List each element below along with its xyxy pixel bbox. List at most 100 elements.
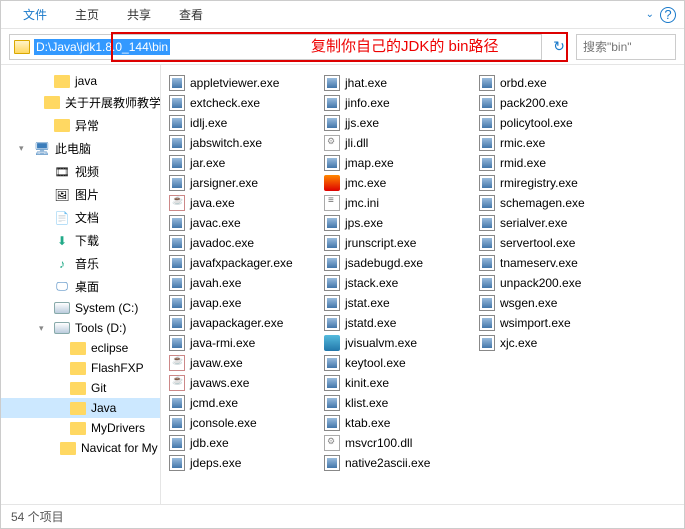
file-icon (479, 115, 495, 131)
file-item[interactable]: javafxpackager.exe (165, 253, 320, 273)
file-item[interactable]: jli.dll (320, 133, 475, 153)
file-name: jdeps.exe (190, 456, 241, 470)
sidebar-item[interactable]: Navicat for My (1, 438, 160, 458)
file-icon (169, 95, 185, 111)
file-item[interactable]: serialver.exe (475, 213, 630, 233)
file-item[interactable]: klist.exe (320, 393, 475, 413)
status-bar: 54 个项目 (1, 504, 684, 528)
menu-home[interactable]: 主页 (61, 6, 113, 23)
sidebar-item[interactable]: ▾Tools (D:) (1, 318, 160, 338)
file-item[interactable]: java-rmi.exe (165, 333, 320, 353)
file-item[interactable]: servertool.exe (475, 233, 630, 253)
sidebar-item[interactable]: FlashFXP (1, 358, 160, 378)
file-item[interactable]: extcheck.exe (165, 93, 320, 113)
sidebar-item[interactable]: System (C:) (1, 298, 160, 318)
file-item[interactable]: kinit.exe (320, 373, 475, 393)
sidebar-item[interactable]: 异常 (1, 114, 160, 137)
file-name: native2ascii.exe (345, 456, 430, 470)
file-item[interactable]: jsadebugd.exe (320, 253, 475, 273)
file-item[interactable]: policytool.exe (475, 113, 630, 133)
file-name: jar.exe (190, 156, 225, 170)
file-item[interactable]: jstatd.exe (320, 313, 475, 333)
file-item[interactable]: appletviewer.exe (165, 73, 320, 93)
file-name: javadoc.exe (190, 236, 254, 250)
file-item[interactable]: tnameserv.exe (475, 253, 630, 273)
file-item[interactable]: schemagen.exe (475, 193, 630, 213)
explorer-window: 文件 主页 共享 查看 ⌄ ? 复制你自己的JDK的 bin路径 D:\Java… (0, 0, 685, 529)
menu-share[interactable]: 共享 (113, 6, 165, 23)
file-item[interactable]: ktab.exe (320, 413, 475, 433)
sidebar-item[interactable]: 🎞视频 (1, 160, 160, 183)
search-input[interactable] (576, 34, 676, 60)
file-item[interactable]: rmic.exe (475, 133, 630, 153)
file-item[interactable]: javapackager.exe (165, 313, 320, 333)
file-name: jdb.exe (190, 436, 229, 450)
sidebar-item[interactable]: eclipse (1, 338, 160, 358)
file-item[interactable]: jdb.exe (165, 433, 320, 453)
file-item[interactable]: jrunscript.exe (320, 233, 475, 253)
file-item[interactable]: xjc.exe (475, 333, 630, 353)
file-name: jconsole.exe (190, 416, 257, 430)
sidebar-item[interactable]: ⬇下载 (1, 229, 160, 252)
file-item[interactable]: jconsole.exe (165, 413, 320, 433)
file-item[interactable]: jmc.ini (320, 193, 475, 213)
file-icon (169, 175, 185, 191)
file-item[interactable]: msvcr100.dll (320, 433, 475, 453)
sidebar-item[interactable]: MyDrivers (1, 418, 160, 438)
file-item[interactable]: javaw.exe (165, 353, 320, 373)
file-item[interactable]: jstack.exe (320, 273, 475, 293)
file-item[interactable]: jvisualvm.exe (320, 333, 475, 353)
chevron-down-icon[interactable]: ⌄ (646, 9, 654, 20)
file-item[interactable]: javah.exe (165, 273, 320, 293)
file-item[interactable]: jhat.exe (320, 73, 475, 93)
file-item[interactable]: javap.exe (165, 293, 320, 313)
file-item[interactable]: javadoc.exe (165, 233, 320, 253)
file-pane[interactable]: appletviewer.exeextcheck.exeidlj.exejabs… (161, 65, 684, 504)
sidebar-item[interactable]: java (1, 71, 160, 91)
file-item[interactable]: orbd.exe (475, 73, 630, 93)
file-item[interactable]: rmiregistry.exe (475, 173, 630, 193)
file-item[interactable]: java.exe (165, 193, 320, 213)
sidebar[interactable]: java关于开展教师教学异常▾🖥此电脑🎞视频🖼图片📄文档⬇下载♪音乐🖵桌面Sys… (1, 65, 161, 504)
file-item[interactable]: jps.exe (320, 213, 475, 233)
file-item[interactable]: pack200.exe (475, 93, 630, 113)
file-item[interactable]: jjs.exe (320, 113, 475, 133)
file-icon (169, 355, 185, 371)
file-item[interactable]: jabswitch.exe (165, 133, 320, 153)
file-item[interactable]: wsimport.exe (475, 313, 630, 333)
file-item[interactable]: jdeps.exe (165, 453, 320, 473)
file-item[interactable]: javac.exe (165, 213, 320, 233)
file-item[interactable]: native2ascii.exe (320, 453, 475, 473)
file-item[interactable]: jinfo.exe (320, 93, 475, 113)
sidebar-item[interactable]: Git (1, 378, 160, 398)
file-item[interactable]: unpack200.exe (475, 273, 630, 293)
refresh-button[interactable]: ↻ (548, 36, 570, 58)
sidebar-item[interactable]: 📄文档 (1, 206, 160, 229)
sidebar-item[interactable]: 🖵桌面 (1, 275, 160, 298)
sidebar-item[interactable]: 🖼图片 (1, 183, 160, 206)
sidebar-item[interactable]: Java (1, 398, 160, 418)
file-item[interactable]: javaws.exe (165, 373, 320, 393)
file-name: java.exe (190, 196, 235, 210)
file-item[interactable]: jmap.exe (320, 153, 475, 173)
menu-view[interactable]: 查看 (165, 6, 217, 23)
sidebar-item[interactable]: 关于开展教师教学 (1, 91, 160, 114)
file-item[interactable]: wsgen.exe (475, 293, 630, 313)
file-item[interactable]: keytool.exe (320, 353, 475, 373)
address-input[interactable]: D:\Java\jdk1.8.0_144\bin (9, 34, 542, 60)
file-item[interactable]: jmc.exe (320, 173, 475, 193)
file-item[interactable]: idlj.exe (165, 113, 320, 133)
file-item[interactable]: jar.exe (165, 153, 320, 173)
file-item[interactable]: rmid.exe (475, 153, 630, 173)
sidebar-item[interactable]: ▾🖥此电脑 (1, 137, 160, 160)
sidebar-item[interactable]: ♪音乐 (1, 252, 160, 275)
file-name: java-rmi.exe (190, 336, 255, 350)
file-icon (169, 195, 185, 211)
file-item[interactable]: jarsigner.exe (165, 173, 320, 193)
file-item[interactable]: jstat.exe (320, 293, 475, 313)
file-name: jarsigner.exe (190, 176, 258, 190)
file-name: klist.exe (345, 396, 388, 410)
help-icon[interactable]: ? (660, 7, 676, 23)
menu-file[interactable]: 文件 (9, 6, 61, 23)
file-item[interactable]: jcmd.exe (165, 393, 320, 413)
